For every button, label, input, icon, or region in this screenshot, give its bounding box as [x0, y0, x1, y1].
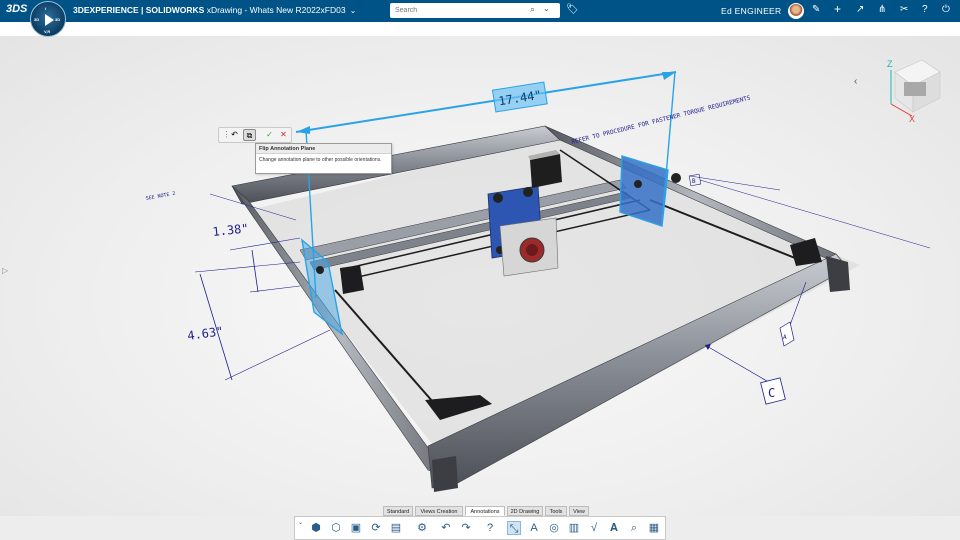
datum-a: A — [783, 334, 787, 341]
surface-finish-icon[interactable]: √ — [587, 521, 601, 535]
avatar[interactable] — [788, 3, 804, 19]
power-icon[interactable]: ⏻ — [942, 4, 950, 15]
tab-tools[interactable]: Tools — [545, 506, 567, 516]
dimension-17-44-box[interactable]: 17.44" — [491, 81, 548, 113]
tab-annotations[interactable]: Annotations — [465, 506, 505, 516]
note-icon[interactable]: A — [527, 521, 541, 535]
tag-icon[interactable]: 🏷 — [566, 4, 579, 15]
dim-line-small — [251, 249, 259, 293]
tab-standard[interactable]: Standard — [383, 506, 413, 516]
ext-line-large-top — [194, 261, 301, 273]
cad-model-scene[interactable]: 17.44" 1.38" 4.63" SEE NOTE 2 REFER TO P… — [0, 36, 960, 516]
flip-annotation-plane-button[interactable]: ⧉ — [243, 129, 256, 141]
axis-z-label: Z — [887, 59, 893, 69]
dimension-4-63[interactable]: 4.63" — [186, 324, 224, 343]
leader-datum-c — [704, 344, 773, 385]
wheel-2 — [523, 187, 533, 197]
smart-dimension-icon[interactable]: ⤡ — [507, 521, 521, 535]
new-part-icon[interactable]: ⬢ — [309, 521, 323, 535]
view-cube[interactable]: Z X — [887, 59, 941, 124]
left-plate-wheel — [316, 266, 324, 274]
tooltip-title: Flip Annotation Plane — [256, 144, 391, 154]
compass-widget[interactable]: i 3D 3D V,R — [30, 1, 66, 37]
help-circle-icon[interactable]: ? — [483, 521, 497, 535]
dimension-line-top[interactable] — [295, 71, 677, 133]
corner-bracket-left — [340, 265, 364, 294]
right-plate-wheel-2 — [671, 173, 681, 183]
settings-gear-icon[interactable]: ⚙ — [415, 521, 429, 535]
search-box: ⌕ ⌄ — [390, 3, 560, 18]
datum-b: B — [692, 178, 696, 185]
procedure-note[interactable]: REFER TO PROCEDURE FOR FASTENER TORQUE R… — [571, 94, 752, 145]
sub-bar — [0, 22, 960, 36]
annotation-context-toolbar: ⋮ ↶ ⧉ ✓ ✕ — [218, 127, 292, 143]
see-note-2[interactable]: SEE NOTE 2 — [145, 191, 176, 202]
search-input[interactable] — [390, 3, 526, 18]
right-plate-wheel — [634, 180, 642, 188]
dimension-arrow-left — [296, 126, 310, 134]
chevron-down-icon[interactable]: ⌄ — [298, 519, 303, 526]
add-icon[interactable]: + — [834, 2, 841, 16]
top-bar: 3DS 3DEXPERIENCE | SOLIDWORKS xDrawing -… — [0, 0, 960, 22]
rotate-annotation-icon[interactable]: ↶ — [228, 129, 241, 141]
3ds-logo: 3DS — [6, 3, 28, 15]
wheel-1 — [493, 193, 503, 203]
table-icon[interactable]: ▦ — [647, 521, 661, 535]
search-dimension-icon[interactable]: ⌕ — [627, 521, 641, 535]
stepper-motor — [530, 154, 562, 188]
ext-line-large-bottom — [224, 329, 331, 381]
rail-end-cap — [432, 456, 458, 492]
tools-icon[interactable]: ✂ — [900, 4, 908, 15]
undo-icon[interactable]: ↶ — [439, 521, 453, 535]
datum-c: C — [768, 386, 775, 400]
axis-x-label: X — [909, 114, 915, 124]
app-title[interactable]: 3DEXPERIENCE | SOLIDWORKS xDrawing - Wha… — [73, 5, 356, 15]
search-options-chevron-icon[interactable]: ⌄ — [543, 4, 550, 13]
datum-feature-icon[interactable]: ▥ — [567, 521, 581, 535]
chevron-down-icon[interactable]: ⌄ — [350, 6, 357, 15]
3d-viewport[interactable]: 17.44" 1.38" 4.63" SEE NOTE 2 REFER TO P… — [0, 36, 960, 516]
chat-icon[interactable]: ✎ — [812, 4, 820, 15]
tab-views-creation[interactable]: Views Creation — [415, 506, 463, 516]
network-icon[interactable]: ⋔ — [878, 4, 886, 15]
user-name[interactable]: Ed ENGINEER — [721, 6, 781, 16]
cancel-x-icon[interactable]: ✕ — [277, 129, 290, 141]
help-icon[interactable]: ? — [922, 4, 928, 15]
text-style-icon[interactable]: 𝐀 — [607, 521, 621, 535]
refresh-icon[interactable]: ⟳ — [369, 521, 383, 535]
redo-icon[interactable]: ↷ — [459, 521, 473, 535]
leader-right-2 — [689, 175, 781, 191]
command-manager-toolbar: ⌄ ⬢ ⬡ ▣ ⟳ ▤ ⚙ ↶ ↷ ? ⤡ A ◎ ▥ √ 𝐀 ⌕ ▦ — [294, 516, 666, 540]
share-icon[interactable]: ↗ — [856, 4, 864, 15]
drawing-sheet-icon[interactable]: ▤ — [389, 521, 403, 535]
tab-2d-drawing[interactable]: 2D Drawing — [507, 506, 543, 516]
new-assembly-icon[interactable]: ⬡ — [329, 521, 343, 535]
tooltip-body: Change annotation plane to other possibl… — [259, 157, 382, 163]
save-icon[interactable]: ▣ — [349, 521, 363, 535]
left-panel-expand-icon[interactable]: ▷ — [2, 266, 8, 275]
fan-hub — [526, 244, 538, 256]
svg-text:REFER TO PROCEDURE FOR FASTENE: REFER TO PROCEDURE FOR FASTENER TORQUE R… — [571, 94, 752, 145]
tab-view[interactable]: View — [569, 506, 589, 516]
accept-check-icon[interactable]: ✓ — [263, 129, 276, 141]
right-panel-chevron-icon[interactable]: ‹ — [854, 76, 857, 87]
play-icon[interactable] — [45, 14, 54, 26]
search-icon[interactable]: ⌕ — [530, 4, 535, 15]
balloon-icon[interactable]: ◎ — [547, 521, 561, 535]
dimension-1-38[interactable]: 1.38" — [212, 221, 249, 239]
tooltip: Flip Annotation Plane Change annotation … — [255, 143, 392, 174]
